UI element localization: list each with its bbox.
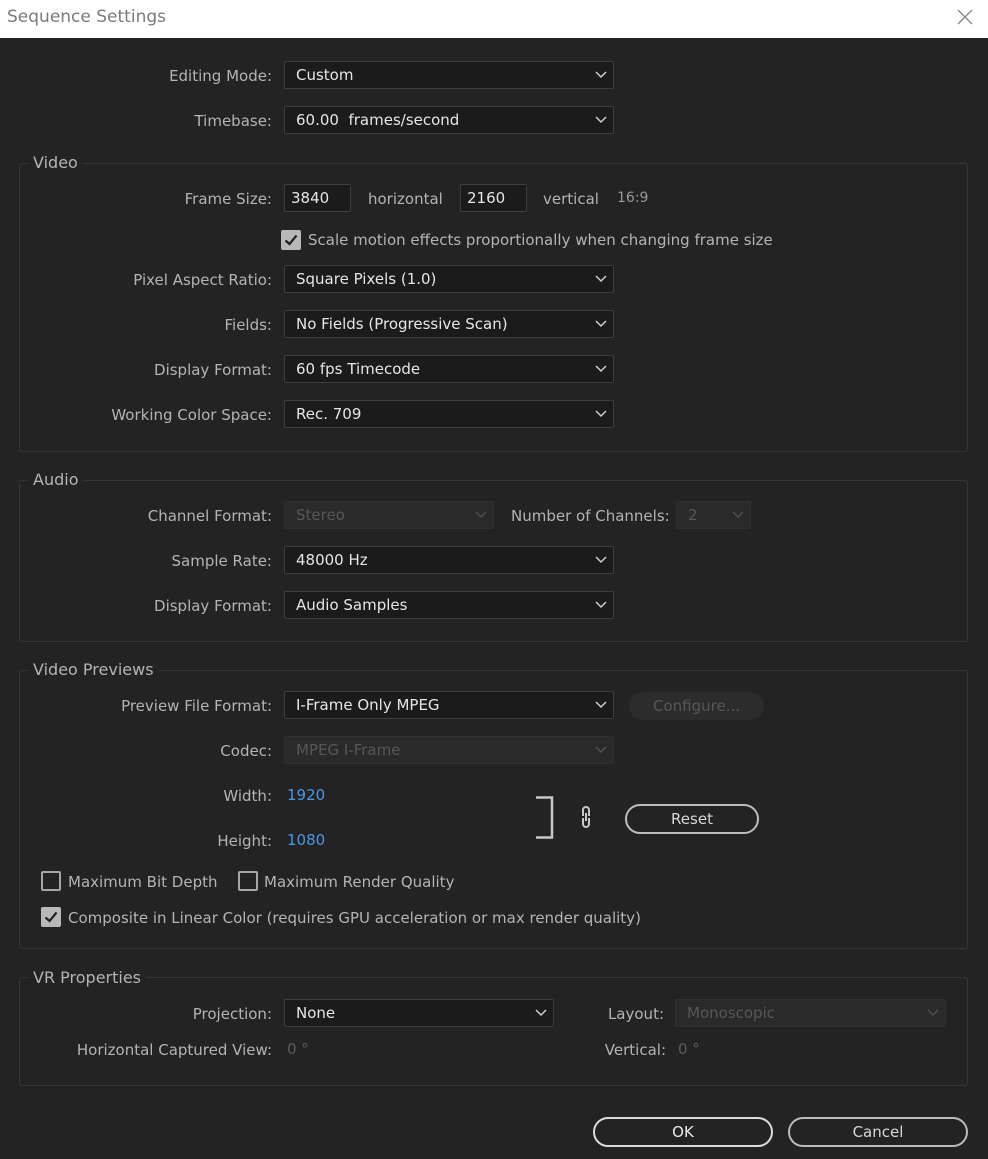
ok-button[interactable]: OK	[593, 1117, 773, 1147]
pixel-aspect-value: Square Pixels (1.0)	[296, 270, 437, 288]
timebase-label: Timebase:	[194, 112, 272, 130]
link-bracket-icon	[536, 796, 554, 839]
chevron-down-icon	[595, 71, 607, 79]
title-bar: Sequence Settings	[0, 0, 988, 38]
num-channels-dropdown: 2	[676, 501, 751, 529]
scale-motion-label: Scale motion effects proportionally when…	[308, 231, 773, 249]
max-bit-depth-checkbox[interactable]	[41, 871, 61, 891]
video-display-format-value: 60 fps Timecode	[296, 360, 421, 378]
horizontal-captured-view-value: 0 °	[287, 1040, 309, 1058]
layout-dropdown: Monoscopic	[675, 999, 946, 1027]
chevron-down-icon	[475, 511, 487, 519]
max-render-quality-checkbox[interactable]	[238, 871, 258, 891]
max-bit-depth-label: Maximum Bit Depth	[68, 873, 218, 891]
chevron-down-icon	[595, 410, 607, 418]
fields-value: No Fields (Progressive Scan)	[296, 315, 508, 333]
timebase-value: 60.00 frames/second	[296, 111, 460, 129]
frame-width-input[interactable]: 3840	[284, 184, 351, 212]
configure-button: Configure...	[629, 692, 764, 720]
chevron-down-icon	[595, 701, 607, 709]
chevron-down-icon	[595, 365, 607, 373]
chevron-down-icon	[595, 116, 607, 124]
fields-dropdown[interactable]: No Fields (Progressive Scan)	[284, 310, 614, 338]
chevron-down-icon	[595, 320, 607, 328]
video-previews-group-title: Video Previews	[28, 660, 159, 680]
codec-label: Codec:	[220, 742, 272, 760]
preview-file-format-dropdown[interactable]: I-Frame Only MPEG	[284, 691, 614, 719]
audio-display-format-dropdown[interactable]: Audio Samples	[284, 591, 614, 619]
audio-display-format-label: Display Format:	[154, 597, 272, 615]
pixel-aspect-label: Pixel Aspect Ratio:	[133, 271, 272, 289]
projection-dropdown[interactable]: None	[284, 999, 554, 1027]
chevron-down-icon	[595, 275, 607, 283]
channel-format-dropdown: Stereo	[284, 501, 494, 529]
color-space-label: Working Color Space:	[111, 406, 272, 424]
frame-size-label: Frame Size:	[184, 190, 272, 208]
width-value[interactable]: 1920	[287, 785, 325, 805]
fields-label: Fields:	[224, 316, 273, 334]
channel-format-label: Channel Format:	[147, 507, 272, 525]
sample-rate-value: 48000 Hz	[296, 551, 368, 569]
chevron-down-icon	[595, 746, 607, 754]
checkmark-icon	[284, 234, 298, 246]
preview-file-format-label: Preview File Format:	[121, 697, 272, 715]
composite-linear-label: Composite in Linear Color (requires GPU …	[68, 909, 641, 927]
num-channels-value: 2	[688, 506, 698, 524]
editing-mode-label: Editing Mode:	[169, 67, 272, 85]
audio-display-format-value: Audio Samples	[296, 596, 408, 614]
editing-mode-dropdown[interactable]: Custom	[284, 61, 614, 89]
checkmark-icon	[44, 911, 58, 923]
timebase-dropdown[interactable]: 60.00 frames/second	[284, 106, 614, 134]
max-render-quality-label: Maximum Render Quality	[264, 873, 455, 891]
chevron-down-icon	[535, 1009, 547, 1017]
sample-rate-label: Sample Rate:	[171, 552, 272, 570]
vr-properties-group	[19, 977, 968, 1086]
layout-value: Monoscopic	[687, 1004, 775, 1022]
sample-rate-dropdown[interactable]: 48000 Hz	[284, 546, 614, 574]
horizontal-captured-view-label: Horizontal Captured View:	[76, 1041, 272, 1059]
color-space-value: Rec. 709	[296, 405, 362, 423]
vr-vertical-label: Vertical:	[604, 1041, 666, 1059]
projection-value: None	[296, 1004, 336, 1022]
vr-properties-group-title: VR Properties	[28, 968, 147, 988]
width-label: Width:	[223, 787, 272, 805]
chevron-down-icon	[595, 601, 607, 609]
cancel-button[interactable]: Cancel	[788, 1117, 968, 1147]
video-display-format-label: Display Format:	[154, 361, 272, 379]
height-label: Height:	[217, 832, 272, 850]
vertical-label: vertical	[543, 190, 599, 208]
vr-vertical-value: 0 °	[678, 1040, 700, 1058]
chevron-down-icon	[927, 1009, 939, 1017]
height-value[interactable]: 1080	[287, 830, 325, 850]
frame-height-input[interactable]: 2160	[460, 184, 527, 212]
composite-linear-checkbox[interactable]	[41, 907, 61, 927]
audio-group-title: Audio	[28, 470, 84, 490]
video-display-format-dropdown[interactable]: 60 fps Timecode	[284, 355, 614, 383]
codec-value: MPEG I-Frame	[296, 741, 401, 759]
projection-label: Projection:	[192, 1005, 272, 1023]
reset-button[interactable]: Reset	[625, 804, 759, 834]
video-group-title: Video	[28, 153, 83, 173]
num-channels-label: Number of Channels:	[511, 507, 670, 525]
layout-label: Layout:	[607, 1005, 664, 1023]
color-space-dropdown[interactable]: Rec. 709	[284, 400, 614, 428]
chevron-down-icon	[732, 511, 744, 519]
window-title: Sequence Settings	[7, 7, 166, 27]
chevron-down-icon	[595, 556, 607, 564]
chain-link-icon[interactable]	[578, 804, 594, 830]
preview-file-format-value: I-Frame Only MPEG	[296, 696, 440, 714]
aspect-ratio-readout: 16:9	[617, 190, 649, 206]
editing-mode-value: Custom	[296, 66, 354, 84]
horizontal-label: horizontal	[368, 190, 443, 208]
codec-dropdown: MPEG I-Frame	[284, 736, 614, 764]
scale-motion-checkbox[interactable]	[281, 230, 301, 250]
pixel-aspect-dropdown[interactable]: Square Pixels (1.0)	[284, 265, 614, 293]
channel-format-value: Stereo	[296, 506, 345, 524]
close-icon[interactable]	[952, 4, 978, 30]
